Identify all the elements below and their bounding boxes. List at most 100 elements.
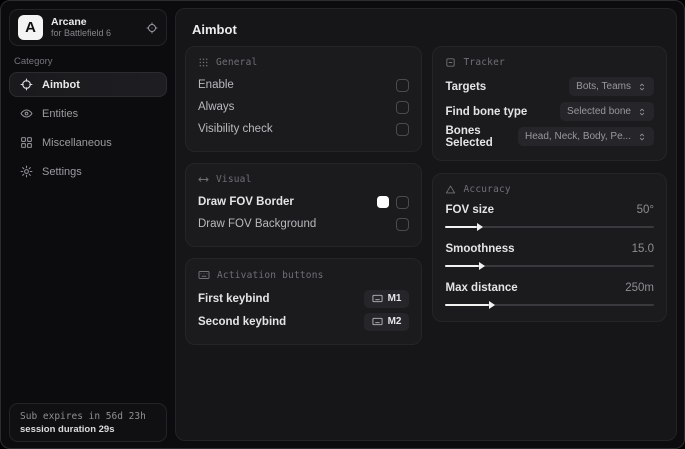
sidebar: A Arcane for Battlefield 6 Category Aimb… [1, 1, 175, 448]
setting-row-fov-size: FOV size 50° [445, 201, 654, 231]
setting-label: Second keybind [198, 315, 287, 328]
brand-card: A Arcane for Battlefield 6 [9, 9, 167, 46]
column-right: Tracker Targets Bots, Teams Find bone ty… [432, 46, 667, 322]
setting-row-always: Always [198, 96, 410, 118]
scope-icon[interactable] [146, 22, 158, 34]
setting-label: FOV size [445, 204, 495, 216]
fov-size-value: 50° [636, 204, 654, 216]
column-left: General Enable Always Visibility check V… [185, 46, 423, 345]
bones-selected-dropdown[interactable]: Head, Neck, Body, Pe... [518, 127, 654, 146]
first-keybind-button[interactable]: M1 [363, 289, 410, 308]
eye-icon [20, 107, 33, 120]
move-horizontal-icon [198, 174, 209, 185]
setting-row-smoothness: Smoothness 15.0 [445, 240, 654, 270]
setting-label: Draw FOV Background [198, 218, 317, 230]
sidebar-item-label: Settings [42, 165, 82, 178]
keybind-value: M1 [387, 293, 402, 304]
max-distance-value: 250m [625, 282, 654, 294]
setting-label: Smoothness [445, 243, 515, 255]
tracker-card-header: Tracker [445, 57, 654, 68]
brand-text: Arcane for Battlefield 6 [51, 16, 138, 38]
setting-row-visibility-check: Visibility check [198, 118, 410, 140]
keybind-value: M2 [387, 316, 402, 327]
sidebar-item-miscellaneous[interactable]: Miscellaneous [9, 130, 167, 155]
sub-expiry-text: Sub expires in 56d 23h [20, 410, 146, 422]
targets-dropdown[interactable]: Bots, Teams [569, 77, 654, 96]
activation-card-title: Activation buttons [217, 269, 324, 281]
dots-grid-icon [198, 57, 209, 68]
tracker-card: Tracker Targets Bots, Teams Find bone ty… [432, 46, 667, 161]
app-subtitle: for Battlefield 6 [51, 28, 112, 39]
chevrons-up-down-icon [637, 82, 647, 92]
slider-fill [445, 225, 477, 228]
keyboard-icon [372, 293, 383, 304]
tracker-card-title: Tracker [463, 57, 505, 68]
dropdown-value: Bots, Teams [576, 81, 631, 92]
sidebar-item-settings[interactable]: Settings [9, 159, 167, 184]
second-keybind-button[interactable]: M2 [363, 312, 410, 331]
fov-border-controls [377, 195, 410, 209]
category-label: Category [14, 56, 53, 67]
setting-row-enable: Enable [198, 74, 410, 96]
visual-card-title: Visual [216, 174, 252, 185]
slider-fill [445, 303, 490, 306]
smoothness-slider[interactable] [445, 261, 654, 270]
slider-fill [445, 264, 479, 267]
page-title: Aimbot [192, 22, 237, 37]
setting-label: Max distance [445, 282, 518, 294]
app-name: Arcane [51, 16, 87, 29]
accuracy-card: Accuracy FOV size 50° Smoothness 15.0 Ma… [432, 173, 667, 322]
chevrons-up-down-icon [637, 107, 647, 117]
app-window: A Arcane for Battlefield 6 Category Aimb… [0, 0, 685, 449]
sidebar-nav: Aimbot Entities Miscellaneous Settings [9, 72, 167, 184]
grid-icon [20, 136, 33, 149]
fov-border-color-swatch[interactable] [377, 196, 390, 208]
sidebar-item-label: Miscellaneous [42, 136, 112, 149]
keyboard-icon [198, 269, 210, 281]
setting-row-max-distance: Max distance 250m [445, 279, 654, 309]
gear-icon [20, 165, 33, 178]
setting-row-targets: Targets Bots, Teams [445, 74, 654, 99]
setting-label: Visibility check [198, 123, 273, 135]
main-panel: Aimbot General Enable Always Visibility … [175, 8, 677, 441]
dropdown-value: Head, Neck, Body, Pe... [525, 131, 631, 142]
setting-row-fov-background: Draw FOV Background [198, 213, 410, 235]
enable-checkbox[interactable] [396, 78, 410, 92]
accuracy-card-header: Accuracy [445, 184, 654, 195]
setting-row-bones-selected: Bones Selected Head, Neck, Body, Pe... [445, 124, 654, 149]
content-columns: General Enable Always Visibility check V… [185, 46, 667, 345]
max-distance-slider[interactable] [445, 300, 654, 309]
setting-row-second-keybind: Second keybind M2 [198, 310, 410, 333]
chevrons-up-down-icon [637, 132, 647, 142]
general-card: General Enable Always Visibility check [185, 46, 423, 152]
setting-label: Targets [445, 80, 487, 93]
setting-label: Draw FOV Border [198, 196, 294, 208]
fov-background-checkbox[interactable] [396, 217, 410, 231]
setting-row-find-bone-type: Find bone type Selected bone [445, 99, 654, 124]
setting-label: First keybind [198, 292, 270, 305]
fov-size-slider[interactable] [445, 222, 654, 231]
setting-label: Find bone type [445, 105, 528, 118]
square-minus-icon [445, 57, 456, 68]
session-duration-text: session duration 29s [20, 423, 115, 435]
sidebar-item-label: Aimbot [42, 78, 80, 91]
always-checkbox[interactable] [396, 100, 410, 114]
app-logo-letter: A [25, 19, 36, 36]
dropdown-value: Selected bone [567, 106, 631, 117]
setting-label: Bones Selected [445, 124, 493, 149]
setting-row-fov-border: Draw FOV Border [198, 191, 410, 213]
sidebar-item-label: Entities [42, 107, 79, 120]
activation-card-header: Activation buttons [198, 269, 409, 281]
keyboard-icon [372, 316, 383, 327]
sidebar-item-entities[interactable]: Entities [9, 101, 167, 126]
smoothness-value: 15.0 [631, 243, 654, 255]
app-logo: A [18, 15, 43, 40]
setting-label: Enable [198, 79, 234, 91]
accuracy-card-title: Accuracy [463, 184, 511, 195]
activation-card: Activation buttons First keybind M1 Seco… [185, 258, 423, 345]
visual-card: Visual Draw FOV Border Draw FOV Backgrou… [185, 163, 423, 247]
visibility-check-checkbox[interactable] [396, 122, 410, 136]
sidebar-item-aimbot[interactable]: Aimbot [9, 72, 167, 97]
find-bone-type-dropdown[interactable]: Selected bone [560, 102, 654, 121]
fov-border-checkbox[interactable] [396, 195, 410, 209]
